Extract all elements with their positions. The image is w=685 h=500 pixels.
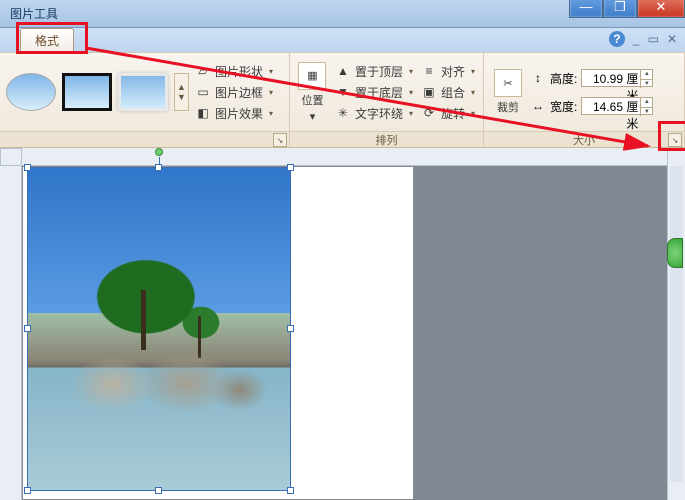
ruler-corner — [0, 148, 22, 166]
help-row: ? _ ▭ ✕ — [609, 31, 677, 47]
height-row: ↕ 高度: 10.99 厘米 ▲▼ — [530, 69, 653, 87]
group-label-size: 大小 ↘ — [484, 131, 684, 147]
ruler-horizontal[interactable] — [22, 148, 685, 166]
style-softframe-preset[interactable] — [118, 73, 168, 111]
height-label: 高度: — [550, 70, 577, 87]
width-label: 宽度: — [550, 98, 577, 115]
height-input[interactable]: 10.99 厘米 ▲▼ — [581, 69, 653, 87]
style-oval-preset[interactable] — [6, 73, 56, 111]
styles-launcher[interactable]: ↘ — [273, 133, 287, 147]
send-back-icon: ▼ — [335, 84, 351, 100]
scrollbar-vertical[interactable] — [667, 148, 685, 500]
window-titlebar: 图片工具 — ❐ ✕ — [0, 0, 685, 28]
side-badge-icon[interactable] — [667, 238, 683, 268]
resize-handle-tl[interactable] — [24, 164, 31, 171]
style-gallery-more[interactable]: ▲▼ — [174, 73, 189, 111]
size-launcher[interactable]: ↘ — [668, 133, 682, 147]
bring-front-icon: ▲ — [335, 63, 351, 79]
group-arrange: ▦ 位置 ▾ ▲ 置于顶层▾ ▼ 置于底层▾ ✳ 文字环绕▾ — [290, 53, 484, 147]
window-minimize-icon[interactable]: _ — [633, 32, 640, 46]
effects-icon: ◧ — [195, 105, 211, 121]
page-canvas[interactable] — [22, 166, 414, 500]
width-icon: ↔ — [530, 98, 546, 114]
resize-handle-tr[interactable] — [287, 164, 294, 171]
bring-front-button[interactable]: ▲ 置于顶层▾ — [333, 62, 415, 81]
width-spinner[interactable]: ▲▼ — [640, 98, 652, 116]
minimize-button[interactable]: — — [569, 0, 603, 18]
align-button[interactable]: ≡ 对齐▾ — [419, 62, 477, 81]
ribbon-tabrow: 格式 ? _ ▭ ✕ — [0, 28, 685, 52]
group-size: ✂ 裁剪 ↕ 高度: 10.99 厘米 ▲▼ ↔ 宽度: 14.65 厘米 — [484, 53, 685, 147]
picture-border-button[interactable]: ▭ 图片边框▾ — [193, 83, 275, 102]
resize-handle-r[interactable] — [287, 325, 294, 332]
close-button[interactable]: ✕ — [637, 0, 685, 18]
scrollbar-track[interactable] — [670, 166, 683, 482]
text-wrap-button[interactable]: ✳ 文字环绕▾ — [333, 104, 415, 123]
tab-format[interactable]: 格式 — [20, 28, 74, 52]
image-content — [28, 168, 290, 490]
group-label-styles: ↘ — [0, 131, 289, 147]
group-button[interactable]: ▣ 组合▾ — [419, 83, 477, 102]
group-icon: ▣ — [421, 84, 437, 100]
group-picture-styles: ▲▼ ▱ 图片形状▾ ▭ 图片边框▾ ◧ 图片效果▾ ↘ — [0, 53, 290, 147]
window-close-icon[interactable]: ✕ — [667, 32, 677, 46]
height-spinner[interactable]: ▲▼ — [640, 70, 652, 88]
position-icon: ▦ — [298, 62, 326, 90]
width-input[interactable]: 14.65 厘米 ▲▼ — [581, 97, 653, 115]
resize-handle-b[interactable] — [155, 487, 162, 494]
selected-image[interactable] — [27, 167, 291, 491]
help-icon[interactable]: ? — [609, 31, 625, 47]
align-icon: ≡ — [421, 63, 437, 79]
border-icon: ▭ — [195, 84, 211, 100]
picture-effects-button[interactable]: ◧ 图片效果▾ — [193, 104, 275, 123]
style-blackframe-preset[interactable] — [62, 73, 112, 111]
wrap-icon: ✳ — [335, 105, 351, 121]
window-restore-icon[interactable]: ▭ — [648, 32, 659, 46]
resize-handle-t[interactable] — [155, 164, 162, 171]
ruler-vertical[interactable] — [0, 166, 22, 500]
group-label-arrange: 排列 — [290, 131, 483, 147]
height-icon: ↕ — [530, 70, 546, 86]
rotate-icon: ⟳ — [421, 105, 437, 121]
send-back-button[interactable]: ▼ 置于底层▾ — [333, 83, 415, 102]
window-title: 图片工具 — [10, 5, 58, 22]
rotate-button[interactable]: ⟳ 旋转▾ — [419, 104, 477, 123]
width-row: ↔ 宽度: 14.65 厘米 ▲▼ — [530, 97, 653, 115]
maximize-button[interactable]: ❐ — [603, 0, 637, 18]
document-area — [0, 148, 685, 500]
resize-handle-bl[interactable] — [24, 487, 31, 494]
position-button[interactable]: ▦ 位置 ▾ — [296, 62, 329, 123]
ribbon: ▲▼ ▱ 图片形状▾ ▭ 图片边框▾ ◧ 图片效果▾ ↘ — [0, 52, 685, 148]
style-gallery[interactable]: ▲▼ — [6, 73, 189, 111]
picture-shape-button[interactable]: ▱ 图片形状▾ — [193, 62, 275, 81]
crop-icon: ✂ — [494, 69, 522, 97]
resize-handle-l[interactable] — [24, 325, 31, 332]
window-controls: — ❐ ✕ — [569, 0, 685, 18]
shape-icon: ▱ — [195, 63, 211, 79]
rotate-handle[interactable] — [155, 148, 163, 156]
resize-handle-br[interactable] — [287, 487, 294, 494]
canvas-background — [415, 166, 667, 500]
crop-button[interactable]: ✂ 裁剪 — [490, 69, 526, 115]
